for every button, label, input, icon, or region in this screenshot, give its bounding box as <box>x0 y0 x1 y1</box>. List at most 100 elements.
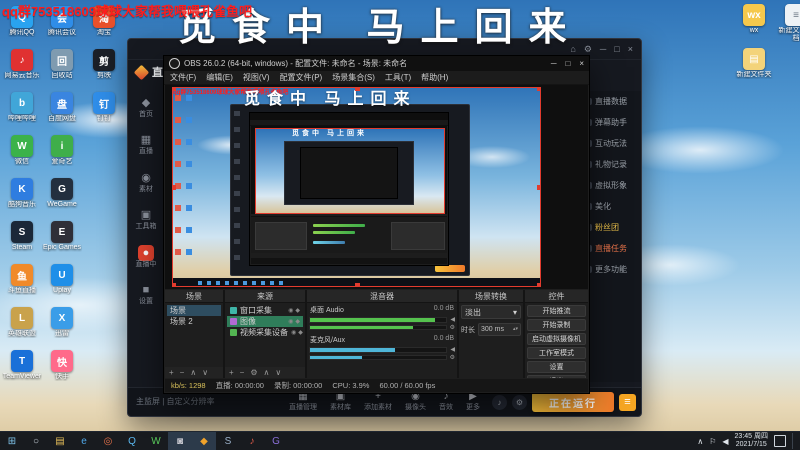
feature-panel-item[interactable]: 礼物记录 <box>585 159 637 170</box>
desktop-icon[interactable]: 钉 钉钉 <box>84 92 124 135</box>
taskbar-app-icon[interactable]: ▤ <box>48 432 72 450</box>
lock-icon[interactable]: ◆ <box>295 318 300 325</box>
selection-handle[interactable] <box>537 185 541 190</box>
control-button[interactable]: 退出 <box>527 375 586 378</box>
desktop-icon[interactable]: K 酷狗音乐 <box>2 178 42 221</box>
taskbar-app-icon[interactable]: ◙ <box>168 432 192 450</box>
taskbar-app-icon[interactable]: e <box>72 432 96 450</box>
companion-titlebar-icon[interactable]: × <box>628 44 633 54</box>
desktop-icon[interactable]: E Epic Games <box>42 221 82 264</box>
feature-panel-item[interactable]: 美化 <box>585 201 637 212</box>
toolbar-item[interactable]: ◉ 摄像头 <box>405 392 426 412</box>
menu-item[interactable]: 视图(V) <box>243 72 270 83</box>
companion-titlebar-icon[interactable]: ⚙ <box>584 44 592 55</box>
taskbar-app-icon[interactable]: ⊞ <box>0 432 24 450</box>
taskbar-app-icon[interactable]: W <box>144 432 168 450</box>
sidebar-item[interactable]: ■ 设置 <box>129 280 163 306</box>
desktop-icon[interactable]: S Steam <box>2 221 42 264</box>
tray-icon[interactable]: ◀ <box>722 437 728 446</box>
menu-item[interactable]: 场景集合(S) <box>332 72 375 83</box>
selection-handle[interactable] <box>172 185 176 190</box>
desktop-icon[interactable]: 剪 剪映 <box>84 49 124 92</box>
desktop-icon[interactable]: U Uplay <box>42 264 82 307</box>
desktop-icon[interactable]: b 哔哩哔哩 <box>2 92 42 135</box>
sidebar-item[interactable]: ● 直播中 <box>129 243 163 269</box>
lock-icon[interactable]: ◆ <box>295 307 300 314</box>
menu-button[interactable]: ≡ <box>619 393 636 411</box>
menu-item[interactable]: 编辑(E) <box>206 72 233 83</box>
selection-handle[interactable] <box>354 87 360 91</box>
visibility-eye-icon[interactable]: ◉ <box>288 318 293 325</box>
selection-handle[interactable] <box>537 283 541 287</box>
sidebar-item[interactable]: ▣ 工具箱 <box>129 205 163 231</box>
taskbar-app-icon[interactable]: ○ <box>24 432 48 450</box>
desktop-icon[interactable]: T TeamViewer <box>2 350 42 393</box>
taskbar-app-icon[interactable]: ◆ <box>192 432 216 450</box>
feature-panel-item[interactable]: 虚拟形象 <box>585 180 637 191</box>
tray-icon[interactable]: ∧ <box>697 437 703 446</box>
running-status-button[interactable]: 正在运行 <box>532 392 614 412</box>
selection-handle[interactable] <box>537 87 541 91</box>
channel-settings-icon[interactable]: ⚙ <box>450 354 455 361</box>
feature-panel-item[interactable]: 直播任务 <box>585 243 637 254</box>
sources-toolbar-button[interactable]: + <box>229 368 234 377</box>
companion-titlebar-icon[interactable]: ─ <box>600 44 606 54</box>
scene-row[interactable]: 场景 2 <box>167 316 221 327</box>
toolbar-item[interactable]: + 添加素材 <box>364 392 392 412</box>
toolbar-item[interactable]: ♪ 音效 <box>439 392 453 412</box>
desktop-icon[interactable]: ≡ 新建文本文档 <box>776 4 800 48</box>
clock[interactable]: 23:45 周四 2021/7/15 <box>735 433 768 450</box>
spinner-arrows-icon[interactable]: ▴▾ <box>513 327 518 332</box>
speaker-icon[interactable]: ◀ <box>450 316 455 323</box>
scenes-toolbar-button[interactable]: − <box>180 368 185 377</box>
scenes-toolbar-button[interactable]: ∨ <box>202 368 208 377</box>
desktop-icon[interactable]: L 英雄联盟 <box>2 307 42 350</box>
menu-item[interactable]: 帮助(H) <box>421 72 448 83</box>
companion-titlebar-icon[interactable]: □ <box>614 44 619 54</box>
selection-handle[interactable] <box>172 283 176 287</box>
window-control-button[interactable]: × <box>579 59 584 68</box>
menu-item[interactable]: 配置文件(P) <box>280 72 323 83</box>
desktop-icon[interactable]: 快 快手 <box>42 350 82 393</box>
feature-panel-item[interactable]: 粉丝团 <box>585 222 637 233</box>
obs-preview-capture[interactable]: qq群753518609球球大家帮我喂喂孔雀鱼吧 觅食中 马上回来 觅食中 马上… <box>172 87 541 287</box>
selection-handle[interactable] <box>354 283 360 287</box>
toolbar-item[interactable]: ▣ 素材库 <box>330 392 351 412</box>
selection-handle[interactable] <box>172 87 176 91</box>
toolbar-item[interactable]: ▶ 更多 <box>466 392 480 412</box>
control-button[interactable]: 开始推流 <box>527 305 586 317</box>
control-button[interactable]: 设置 <box>527 361 586 373</box>
taskbar-app-icon[interactable]: G <box>264 432 288 450</box>
window-control-button[interactable]: □ <box>565 59 570 68</box>
duration-spinner[interactable]: 300 ms ▴▾ <box>478 323 521 336</box>
lock-icon[interactable]: ◆ <box>298 329 303 336</box>
obs-titlebar[interactable]: OBS 26.0.2 (64-bit, windows) - 配置文件: 未命名… <box>164 56 589 71</box>
source-row[interactable]: 视频采集设备 ◉ ◆ <box>227 327 303 338</box>
desktop-icon[interactable]: 鱼 斗鱼直播 <box>2 264 42 307</box>
scene-row[interactable]: 场景 <box>167 305 221 316</box>
scenes-toolbar-button[interactable]: ∧ <box>190 368 196 377</box>
sidebar-item[interactable]: ◆ 首页 <box>129 93 163 119</box>
desktop-icon[interactable]: G WeGame <box>42 178 82 221</box>
desktop-icon[interactable]: W 微信 <box>2 135 42 178</box>
tray-icon[interactable]: ⚐ <box>709 437 716 446</box>
sources-toolbar-button[interactable]: − <box>240 368 245 377</box>
toolbar-item[interactable]: ▦ 直播管理 <box>289 392 317 412</box>
desktop-icon[interactable]: wx wx <box>734 4 774 48</box>
channel-settings-icon[interactable]: ⚙ <box>450 324 455 331</box>
visibility-eye-icon[interactable]: ◉ <box>291 329 296 336</box>
window-control-button[interactable]: ─ <box>551 59 557 68</box>
sources-toolbar-button[interactable]: ∧ <box>264 368 270 377</box>
feature-panel-item[interactable]: 直播数据 <box>585 96 637 107</box>
show-desktop-button[interactable] <box>792 432 797 450</box>
menu-item[interactable]: 文件(F) <box>170 72 196 83</box>
desktop-icon[interactable]: ▤ 新建文件夹 <box>734 48 774 92</box>
sources-toolbar-button[interactable]: ∨ <box>275 368 281 377</box>
feature-panel-item[interactable]: 互动玩法 <box>585 138 637 149</box>
transition-select[interactable]: 淡出 ▾ <box>461 305 521 319</box>
feature-panel-item[interactable]: 更多功能 <box>585 264 637 275</box>
visibility-eye-icon[interactable]: ◉ <box>288 307 293 314</box>
control-button[interactable]: 开始录制 <box>527 319 586 331</box>
sidebar-item[interactable]: ◉ 素材 <box>129 168 163 194</box>
desktop-icon[interactable]: 回 回收站 <box>42 49 82 92</box>
